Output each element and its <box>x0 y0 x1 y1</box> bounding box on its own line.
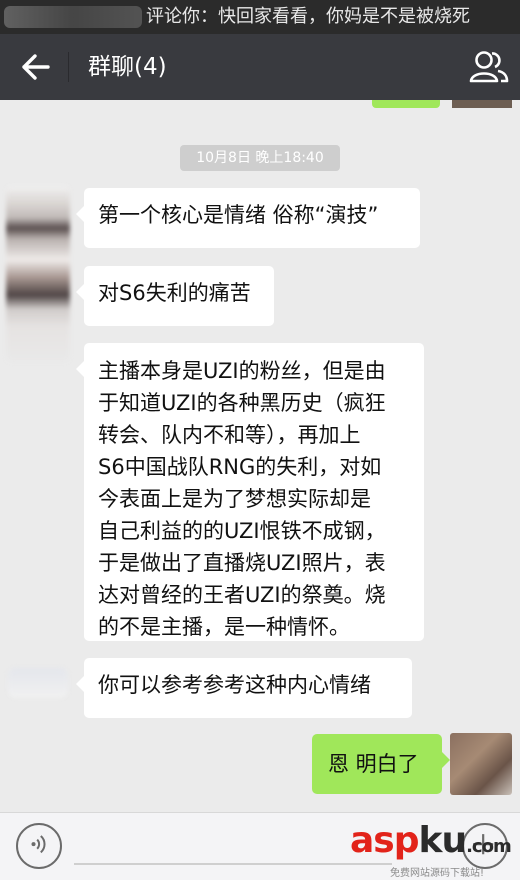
my-avatar[interactable] <box>450 733 512 795</box>
my-message-bubble[interactable]: 恩 明白了 <box>312 734 450 794</box>
watermark-logo: aspku.com <box>350 820 512 861</box>
voice-icon <box>31 835 46 854</box>
message-text: 第一个核心是情绪 俗称“演技” <box>98 203 379 227</box>
header-divider <box>68 52 69 82</box>
chat-header: 群聊(4) <box>0 34 520 100</box>
message-line: 自己利益的的UZI恨铁不成钢， <box>98 519 386 543</box>
notification-bar: 评论你：快回家看看，你妈是不是被烧死 <box>0 0 520 34</box>
message-bubble[interactable]: 对S6失利的痛苦 <box>76 266 274 326</box>
message-line: 转会、队内不和等），再加上 <box>98 423 361 447</box>
message-line: S6中国战队RNG的失利，对如 <box>98 455 382 479</box>
message-line: 的不是主播，是一种情怀。 <box>98 615 350 639</box>
message-line: 于知道UZI的各种黑历史（疯狂 <box>98 391 386 415</box>
message-text: 恩 明白了 <box>328 752 419 776</box>
message-text: 对S6失利的痛苦 <box>98 281 251 305</box>
blurred-username <box>4 6 142 28</box>
message-bubble[interactable]: 第一个核心是情绪 俗称“演技” <box>76 188 420 248</box>
message-text: 你可以参考参考这种内心情绪 <box>98 673 371 697</box>
message-bubble[interactable]: 你可以参考参考这种内心情绪 <box>76 658 412 718</box>
message-bubble-long[interactable]: 主播本身是UZI的粉丝，但是由 于知道UZI的各种黑历史（疯狂 转会、队内不和等… <box>76 343 424 641</box>
message-line: 于是做出了直播烧UZI照片，表 <box>98 551 386 575</box>
previous-message-peek <box>372 100 440 108</box>
group-members-icon[interactable] <box>468 47 510 87</box>
chat-title: 群聊(4) <box>88 54 167 80</box>
previous-avatar-peek <box>452 100 512 108</box>
message-input[interactable] <box>74 825 392 865</box>
site-watermark: aspku.com 免费网站源码下载站! <box>350 820 520 880</box>
back-arrow-icon[interactable] <box>16 48 56 86</box>
watermark-subtitle: 免费网站源码下载站! <box>390 868 485 879</box>
voice-button[interactable] <box>16 823 62 869</box>
notification-text: 评论你：快回家看看，你妈是不是被烧死 <box>146 6 470 27</box>
sender-avatar-blurred-2[interactable] <box>8 668 68 698</box>
sender-avatar-blurred[interactable] <box>6 186 70 362</box>
message-timestamp: 10月8日 晚上18:40 <box>180 145 340 171</box>
message-line: 主播本身是UZI的粉丝，但是由 <box>98 359 386 383</box>
message-line: 达对曾经的王者UZI的祭奠。烧 <box>98 583 386 607</box>
message-line: 今表面上是为了梦想实际却是 <box>98 487 371 511</box>
